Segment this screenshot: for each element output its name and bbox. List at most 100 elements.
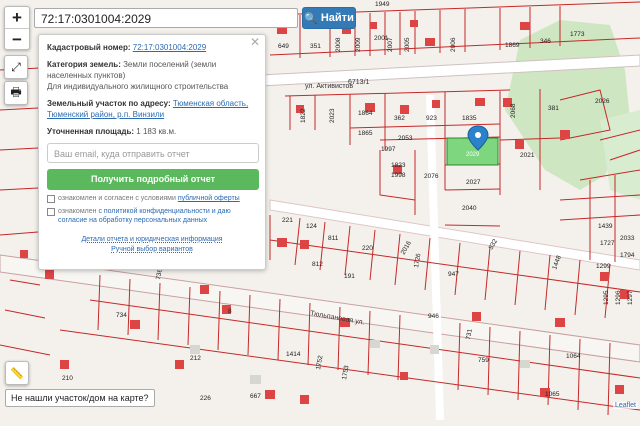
- parcel-label: 1865: [358, 130, 373, 137]
- get-report-button[interactable]: Получить подробный отчет: [47, 169, 259, 190]
- area-row: Уточненная площадь: 1 183 кв.м.: [47, 126, 257, 137]
- parcel-label: 1297: [627, 290, 634, 305]
- parcel-label: 1065: [545, 391, 560, 398]
- find-button-label: Найти: [320, 12, 354, 24]
- parcel-label: 8: [228, 308, 232, 315]
- parcel-label: 381: [548, 105, 559, 112]
- email-input[interactable]: Ваш email, куда отправить отчет: [47, 143, 259, 163]
- area-value: 1 183 кв.м.: [136, 127, 177, 136]
- cad-number-link[interactable]: 72:17:0301004:2029: [133, 43, 206, 52]
- parcel-label: 1997: [381, 146, 396, 153]
- parcel-label: 1822: [300, 108, 307, 123]
- parcel-label: 124: [306, 223, 317, 230]
- search-icon: 🔍: [304, 12, 318, 25]
- zoom-in-button[interactable]: +: [5, 7, 29, 28]
- parcel-label: 1064: [566, 353, 581, 360]
- zoom-control: + −: [4, 6, 30, 50]
- area-label: Уточненная площадь:: [47, 127, 135, 136]
- parcel-label: 221: [282, 217, 293, 224]
- parcel-label: 811: [328, 235, 339, 242]
- parcel-label: 226: [200, 395, 211, 402]
- parcel-label: 1823: [391, 162, 406, 169]
- panel-footer: Детали отчета и юридическая информация Р…: [47, 235, 257, 255]
- parcel-label: 2053: [398, 135, 413, 142]
- parcel-label: 212: [190, 355, 201, 362]
- fullscreen-icon[interactable]: ⤢: [4, 55, 28, 79]
- search-input[interactable]: 72:17:0301004:2029: [34, 8, 298, 28]
- parcel-label: 947: [448, 271, 459, 278]
- parcel-label: 1753: [341, 365, 350, 381]
- parcel-label: 210: [62, 375, 73, 382]
- cad-label: Кадастровый номер:: [47, 43, 131, 52]
- address-row: Земельный участок по адресу: Тюменская о…: [47, 98, 257, 120]
- parcel-label: 2076: [424, 173, 439, 180]
- street-label: ул. Активистов: [305, 83, 353, 90]
- offer-link[interactable]: публичной оферты: [178, 195, 240, 202]
- privacy-text: ознакомлен: [58, 208, 97, 215]
- road-diagonal: [0, 254, 640, 363]
- parcel-label: 667: [250, 393, 261, 400]
- parcel-label: 2068: [510, 103, 517, 118]
- parcel-label: 2026: [595, 98, 610, 105]
- print-icon[interactable]: 🖶: [4, 81, 28, 105]
- road-vertical: [426, 94, 444, 421]
- offer-consent[interactable]: ознакомлен и согласен с условиями публич…: [47, 194, 257, 203]
- close-icon[interactable]: ✕: [250, 36, 260, 48]
- parcel-label: 220: [362, 245, 373, 252]
- parcel-label: 1773: [570, 31, 585, 38]
- not-found-button[interactable]: Не нашли участок/дом на карте?: [5, 389, 155, 407]
- checkbox-icon[interactable]: [47, 195, 55, 203]
- parcel-label: 649: [278, 43, 289, 50]
- parcel-label: 2027: [466, 179, 481, 186]
- parcel-label: 1835: [462, 115, 477, 122]
- parcel-label: 1448: [551, 254, 563, 270]
- parcel-label: 1752: [315, 355, 324, 371]
- cadastral-row: Кадастровый номер: 72:17:0301004:2029: [47, 42, 257, 53]
- zoom-out-button[interactable]: −: [5, 27, 29, 50]
- leaflet-attribution-link[interactable]: Leaflet: [612, 402, 638, 409]
- parcel-label: 759: [478, 357, 489, 364]
- privacy-link[interactable]: с политикой конфиденциальности: [98, 208, 209, 215]
- privacy-consent[interactable]: ознакомлен с политикой конфиденциальност…: [47, 207, 257, 225]
- parcel-label: 2006: [450, 37, 457, 52]
- parcel-label: 1726: [413, 253, 422, 269]
- parcel-label: 2033: [620, 235, 635, 242]
- offer-text: ознакомлен и согласен с условиями: [58, 195, 176, 202]
- details-link[interactable]: Детали отчета и юридическая информация: [47, 235, 257, 245]
- green-zone-2: [600, 110, 640, 200]
- parcel-label: 2021: [520, 152, 535, 159]
- parcel-label: 191: [344, 273, 355, 280]
- parcel-label: 1414: [286, 351, 301, 358]
- road-tulpanovaya: [269, 199, 640, 271]
- parcel-label: 734: [116, 312, 127, 319]
- cat-label: Категория земель:: [47, 60, 121, 69]
- parcel-label: 2040: [462, 205, 477, 212]
- parcel-label: 2009: [355, 37, 362, 52]
- selected-parcel-label: 2029: [466, 152, 480, 158]
- parcel-label: 1998: [391, 172, 406, 179]
- parcel-label: 1864: [358, 110, 373, 117]
- street-number-label: 6713/1: [348, 79, 370, 86]
- parcel-label: 2008: [335, 37, 342, 52]
- checkbox-icon[interactable]: [47, 208, 55, 216]
- parcel-label: 1299: [596, 263, 611, 270]
- find-button[interactable]: 🔍 Найти: [302, 7, 356, 29]
- parcel-label: 1439: [598, 223, 613, 230]
- parcel-label: 812: [312, 261, 323, 268]
- parcel-label: 923: [426, 115, 437, 122]
- parcel-label: 946: [428, 313, 439, 320]
- parcel-label: 1949: [375, 1, 390, 8]
- parcel-label: 1295: [603, 290, 610, 305]
- parcel-label: 2005: [404, 37, 411, 52]
- category-row: Категория земель: Земли поселений (земли…: [47, 59, 257, 92]
- parcel-label: 2016: [400, 240, 413, 256]
- ruler-icon[interactable]: 📏: [5, 361, 29, 385]
- use-value: Для индивидуального жилищного строительс…: [47, 82, 229, 91]
- parcel-label: 346: [540, 38, 551, 45]
- parcel-label: 1727: [600, 240, 615, 247]
- parcel-info-panel: ✕ Кадастровый номер: 72:17:0301004:2029 …: [38, 34, 266, 270]
- addr-label: Земельный участок по адресу:: [47, 99, 171, 108]
- parcel-label: 2023: [329, 108, 336, 123]
- parcel-label: 1794: [620, 252, 635, 259]
- manual-choice-link[interactable]: Ручной выбор вариантов: [47, 245, 257, 255]
